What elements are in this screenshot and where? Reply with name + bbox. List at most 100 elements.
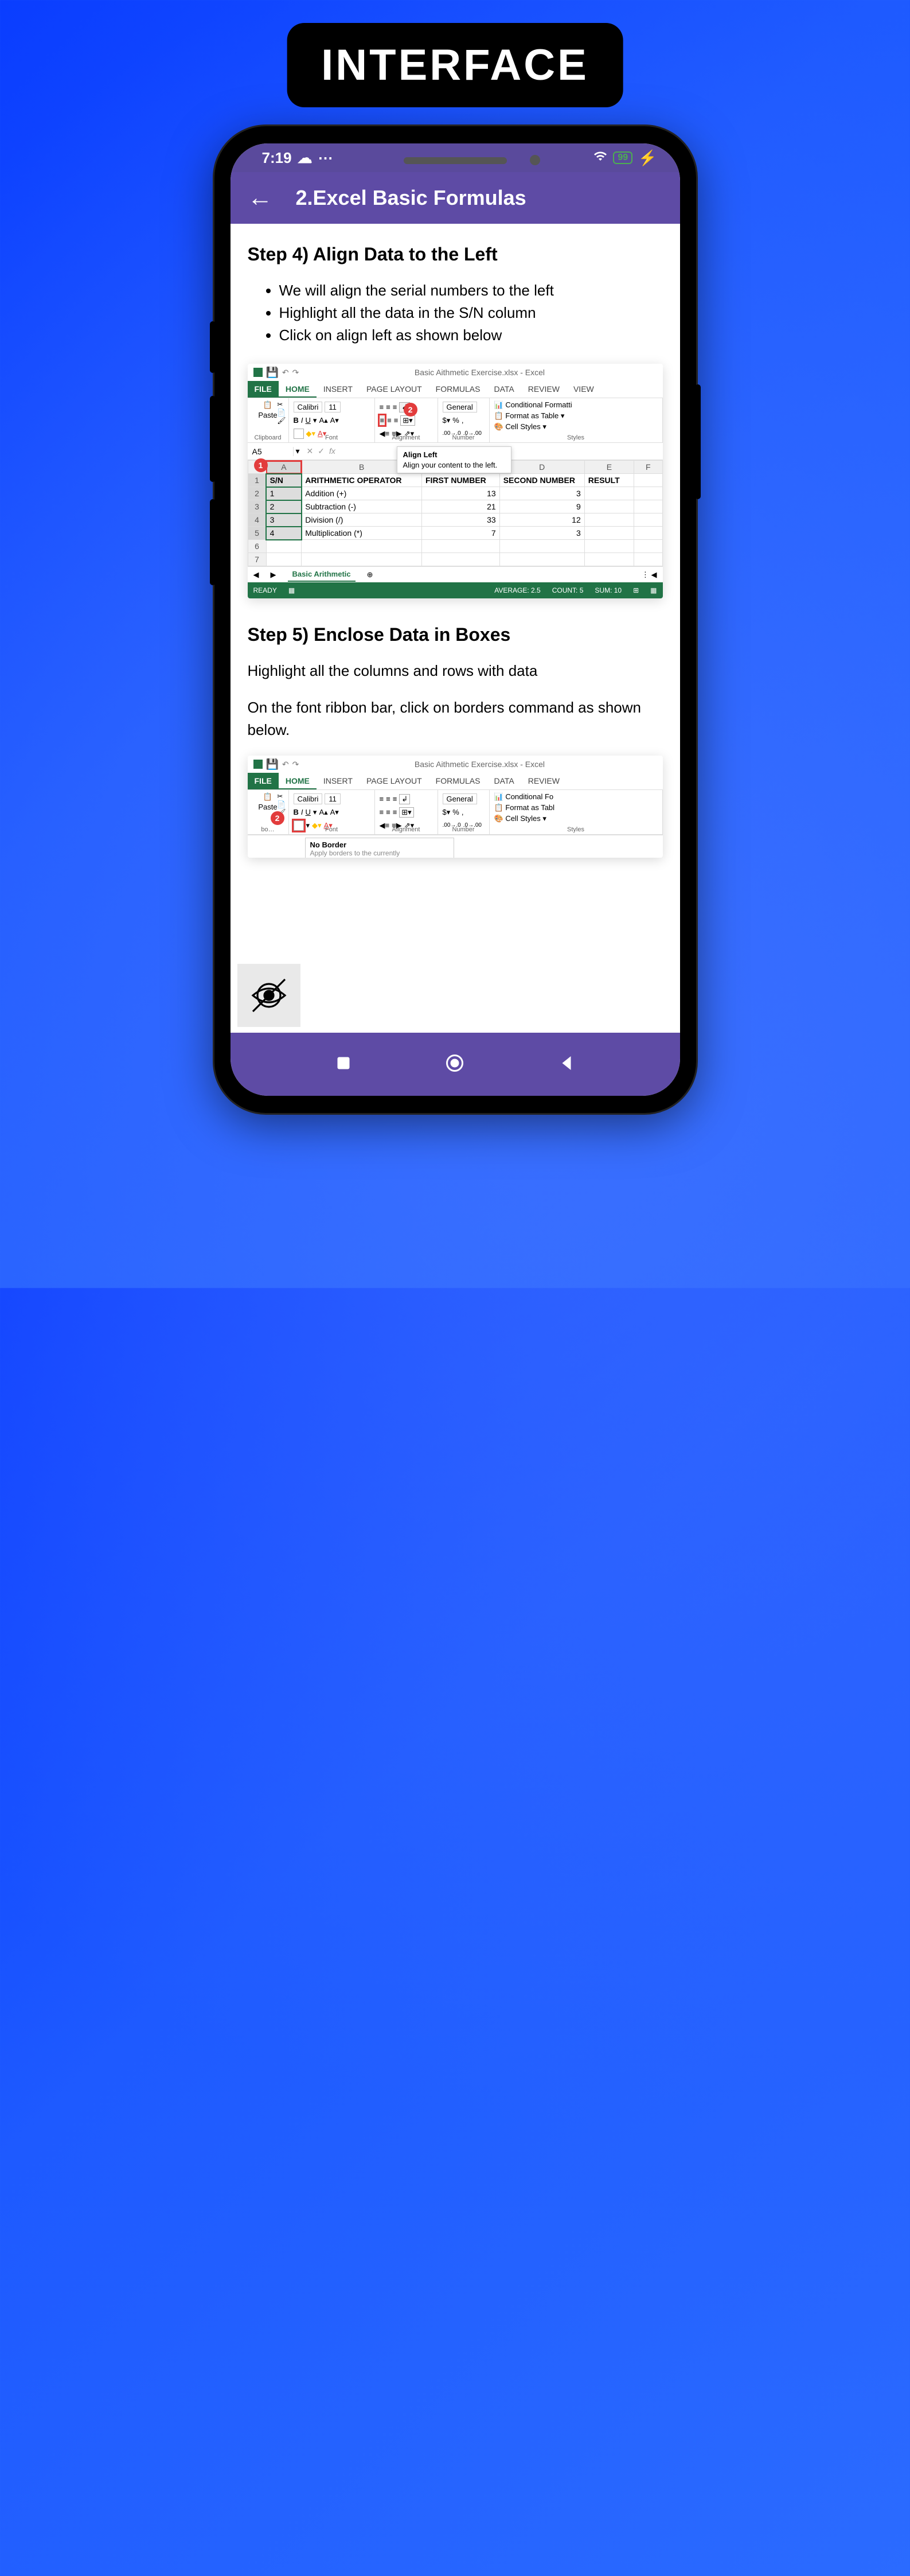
tab-home[interactable]: HOME xyxy=(279,773,317,789)
view-normal-icon[interactable]: ⊞ xyxy=(633,586,639,594)
nav-back-button[interactable] xyxy=(556,1053,577,1076)
col-header[interactable]: A xyxy=(266,461,302,474)
status-average: AVERAGE: 2.5 xyxy=(494,586,540,594)
font-grow-icon[interactable]: A▴ xyxy=(319,416,327,425)
merge-center-button[interactable]: ⊞▾ xyxy=(400,415,415,426)
back-button[interactable]: ← xyxy=(248,184,273,212)
tab-file[interactable]: FILE xyxy=(248,381,279,398)
cell-styles-button[interactable]: 🎨 Cell Styles ▾ xyxy=(494,814,658,823)
step5-para2: On the font ribbon bar, click on borders… xyxy=(248,696,663,741)
nav-home-button[interactable] xyxy=(444,1053,465,1076)
tab-home[interactable]: HOME xyxy=(279,381,317,398)
cancel-icon[interactable]: ✕ xyxy=(307,446,314,456)
tab-review[interactable]: REVIEW xyxy=(521,381,567,398)
font-size-select[interactable]: 11 xyxy=(325,793,341,804)
watermark-disable-ads-icon[interactable] xyxy=(237,964,300,1027)
conditional-formatting-button[interactable]: 📊 Conditional Formatti xyxy=(494,400,658,410)
col-header[interactable]: F xyxy=(634,461,662,474)
col-header[interactable]: E xyxy=(584,461,634,474)
align-right-button[interactable]: ≡ xyxy=(394,416,399,425)
redo-icon: ↷ xyxy=(292,368,299,378)
cut-icon[interactable]: ✂ xyxy=(277,792,286,800)
paste-label[interactable]: Paste xyxy=(258,803,277,811)
app-title: 2.Excel Basic Formulas xyxy=(296,186,526,210)
font-grow-icon[interactable]: A▴ xyxy=(319,808,327,817)
conditional-formatting-button[interactable]: 📊 Conditional Fo xyxy=(494,792,658,801)
tab-review[interactable]: REVIEW xyxy=(521,773,567,789)
content-area[interactable]: Step 4) Align Data to the Left We will a… xyxy=(231,224,680,1033)
tab-pagelayout[interactable]: PAGE LAYOUT xyxy=(360,381,429,398)
sheet-nav-prev-icon[interactable]: ◀ xyxy=(253,570,259,579)
view-layout-icon[interactable]: ▦ xyxy=(650,586,657,594)
enter-icon[interactable]: ✓ xyxy=(318,446,325,456)
phone-screen: 7:19 ☁ ⋯ 99 ⚡ ← 2.Excel Basic Formulas S… xyxy=(231,143,680,1096)
callout-1: 1 xyxy=(254,458,268,472)
align-middle-icon[interactable]: ≡ xyxy=(386,403,390,411)
tab-file[interactable]: FILE xyxy=(248,773,279,789)
align-left-button[interactable]: ≡ xyxy=(380,415,385,425)
undo-icon: ↶ xyxy=(282,760,289,769)
excel-screenshot-1: 💾 ↶ ↷ Basic Aithmetic Exercise.xlsx - Ex… xyxy=(248,364,663,598)
copy-icon[interactable]: 📄 xyxy=(277,408,286,417)
add-sheet-icon[interactable]: ⊕ xyxy=(367,570,373,579)
cut-icon[interactable]: ✂ xyxy=(277,400,286,408)
comma-icon[interactable]: , xyxy=(462,416,464,425)
border-dropdown-option[interactable]: No Border xyxy=(310,840,449,849)
number-format-select[interactable]: General xyxy=(443,793,477,804)
save-icon: 💾 xyxy=(266,367,279,379)
list-item: Highlight all the data in the S/N column xyxy=(279,302,663,324)
number-group-label: Number xyxy=(438,826,489,833)
tab-insert[interactable]: INSERT xyxy=(317,381,360,398)
align-left-tooltip: Align Left Align your content to the lef… xyxy=(397,446,511,473)
paste-label[interactable]: Paste xyxy=(258,411,277,419)
underline-button[interactable]: U xyxy=(306,808,311,816)
sheet-tab[interactable]: Basic Arithmetic xyxy=(288,567,356,582)
format-painter-icon[interactable]: 🖌 xyxy=(277,417,286,425)
format-as-table-button[interactable]: 📋 Format as Tabl xyxy=(494,803,658,812)
alignment-group-label: Alignment xyxy=(375,434,438,441)
tab-data[interactable]: DATA xyxy=(487,381,521,398)
android-nav-bar xyxy=(231,1033,680,1096)
underline-button[interactable]: U xyxy=(306,416,311,425)
nav-recents-button[interactable] xyxy=(333,1053,354,1076)
font-shrink-icon[interactable]: A▾ xyxy=(330,416,339,425)
tab-pagelayout[interactable]: PAGE LAYOUT xyxy=(360,773,429,789)
clipboard-group-label: Clipboard xyxy=(248,434,288,441)
ribbon: 📋 Paste ✂ 📄 🖌 2 bo… Calibri xyxy=(248,790,663,835)
sheet-nav-next-icon[interactable]: ▶ xyxy=(271,570,276,579)
spreadsheet-grid[interactable]: 1 A B C D E F 1 S/N ARITHMETIC OPERATOR … xyxy=(248,460,663,566)
accounting-icon[interactable]: $▾ xyxy=(443,416,451,425)
format-as-table-button[interactable]: 📋 Format as Table ▾ xyxy=(494,411,658,421)
name-box[interactable]: A5 xyxy=(248,447,294,456)
step5-heading: Step 5) Enclose Data in Boxes xyxy=(248,624,663,645)
undo-icon: ↶ xyxy=(282,368,289,378)
percent-icon[interactable]: % xyxy=(452,416,459,425)
align-top-icon[interactable]: ≡ xyxy=(380,403,384,411)
alignment-group-label: Alignment xyxy=(375,826,438,833)
tab-formulas[interactable]: FORMULAS xyxy=(429,381,487,398)
clipboard-icon: 📋 xyxy=(263,400,272,410)
status-sum: SUM: 10 xyxy=(595,586,622,594)
align-bottom-icon[interactable]: ≡ xyxy=(393,403,397,411)
tab-formulas[interactable]: FORMULAS xyxy=(429,773,487,789)
bold-button[interactable]: B xyxy=(294,808,299,816)
tab-insert[interactable]: INSERT xyxy=(317,773,360,789)
fx-icon[interactable]: fx xyxy=(329,446,335,456)
tab-view[interactable]: VIEW xyxy=(567,381,601,398)
italic-button[interactable]: I xyxy=(301,808,303,816)
col-header[interactable]: D xyxy=(499,461,584,474)
copy-icon[interactable]: 📄 xyxy=(277,800,286,808)
excel-logo-icon xyxy=(253,368,263,377)
bold-button[interactable]: B xyxy=(294,416,299,425)
cell-styles-button[interactable]: 🎨 Cell Styles ▾ xyxy=(494,422,658,431)
font-shrink-icon[interactable]: A▾ xyxy=(330,808,339,817)
number-format-select[interactable]: General xyxy=(443,402,477,413)
save-icon: 💾 xyxy=(266,758,279,771)
italic-button[interactable]: I xyxy=(301,416,303,425)
tab-data[interactable]: DATA xyxy=(487,773,521,789)
font-name-select[interactable]: Calibri xyxy=(294,402,323,413)
font-size-select[interactable]: 11 xyxy=(325,402,341,413)
phone-frame: 7:19 ☁ ⋯ 99 ⚡ ← 2.Excel Basic Formulas S… xyxy=(214,126,696,1113)
align-center-button[interactable]: ≡ xyxy=(387,416,392,425)
font-name-select[interactable]: Calibri xyxy=(294,793,323,804)
